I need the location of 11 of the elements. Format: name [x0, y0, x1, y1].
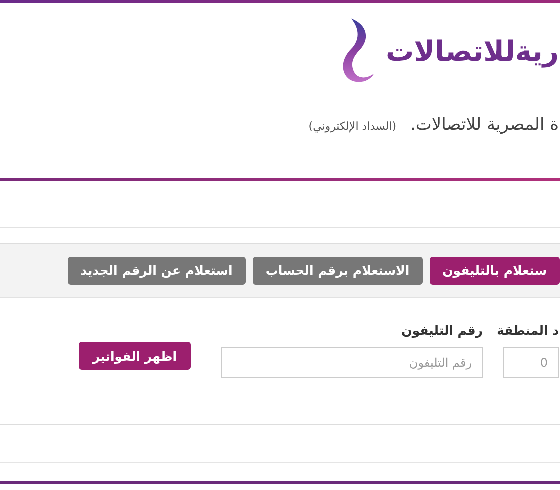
tab[interactable]: استعلام عن الرقم الجديد: [68, 256, 246, 284]
page-heading: ة المصرية للاتصالات.: [410, 115, 559, 135]
field-label: د المنطقة: [497, 323, 559, 338]
field-label: رقم التليفون: [402, 323, 483, 338]
tab[interactable]: الاستعلام برقم الحساب: [252, 256, 423, 284]
input-field[interactable]: 0: [503, 347, 559, 378]
tab[interactable]: ستعلام بالتليفون: [430, 256, 560, 284]
heading-note: (السداد الإلكتروني): [308, 120, 396, 133]
logo-text: ريةللاتصالات: [386, 34, 559, 68]
show-bills-button[interactable]: اظهر الفواتير: [78, 342, 191, 370]
input-field[interactable]: رقم التليفون: [221, 347, 483, 378]
